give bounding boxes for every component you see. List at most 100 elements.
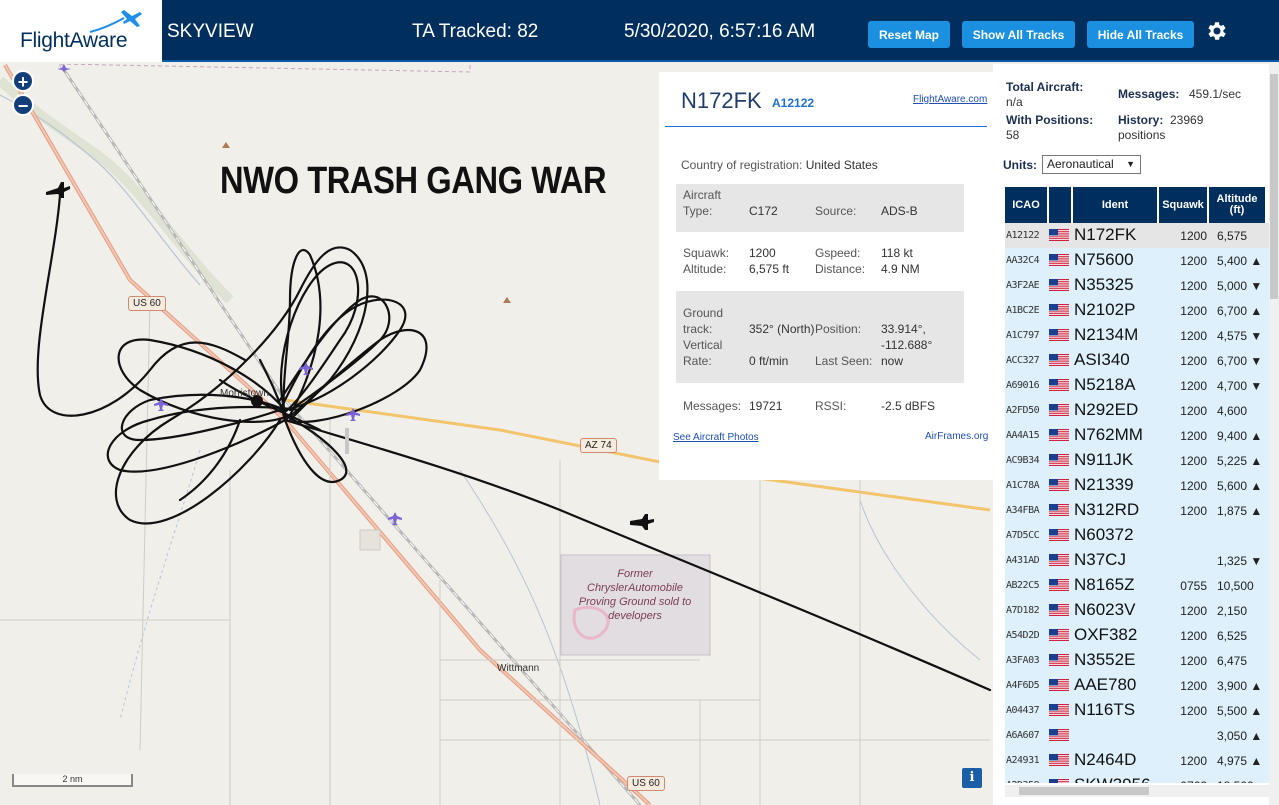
table-row[interactable]: A2D359 SKW3956 0762 18,500 ▲ [1005, 773, 1269, 783]
ident-cell: AAE780 [1074, 675, 1137, 694]
altitude-cell: 6,700 ▼ [1217, 354, 1263, 368]
squawk-cell: 1200 [1180, 654, 1207, 668]
table-row[interactable]: A12122 N172FK 1200 6,575 [1005, 223, 1269, 248]
table-row[interactable]: A2FD50 N292ED 1200 4,600 [1005, 398, 1269, 423]
table-row[interactable]: AA32C4 N75600 1200 5,400 ▲ [1005, 248, 1269, 273]
table-row[interactable]: A3F2AE N35325 1200 5,000 ▼ [1005, 273, 1269, 298]
vertical-scrollbar-thumb[interactable] [1270, 74, 1278, 299]
us-flag-icon [1049, 454, 1069, 466]
us-flag-icon [1049, 679, 1069, 691]
gspeed-label: Gspeed: [815, 246, 861, 260]
gspeed-value: 118 kt [881, 246, 913, 260]
squawk-cell: 1200 [1180, 379, 1207, 393]
us-flag-icon [1049, 379, 1069, 391]
table-row[interactable]: AB22C5 N8165Z 0755 10,500 [1005, 573, 1269, 598]
reset-map-button[interactable]: Reset Map [868, 21, 950, 48]
ident-cell: N35325 [1074, 275, 1134, 294]
icao-cell: A12122 [1006, 230, 1040, 241]
us-flag-icon [1049, 229, 1069, 241]
zoom-in-button[interactable]: + [12, 70, 34, 92]
squawk-cell: 1200 [1180, 254, 1207, 268]
popup-speed-block: Squawk: 1200 Gspeed: 118 kt Altitude: 6,… [676, 242, 964, 282]
table-row[interactable]: ACC327 ASI340 1200 6,700 ▼ [1005, 348, 1269, 373]
us-flag-icon [1049, 554, 1069, 566]
ident-cell: N2134M [1074, 325, 1139, 344]
icao-cell: A7D5CC [1006, 530, 1040, 541]
us-flag-icon [1049, 779, 1069, 783]
squawk-cell: 1200 [1180, 404, 1207, 418]
column-ident[interactable]: Ident [1073, 187, 1157, 223]
ident-cell: N172FK [1074, 225, 1137, 244]
column-altitude[interactable]: Altitude (ft) [1209, 187, 1265, 223]
tracked-count: TA Tracked: 82 [412, 21, 539, 42]
flightaware-logo[interactable]: FlightAware [0, 0, 162, 62]
history-value: 23969 positions [1118, 113, 1204, 142]
road-label-us60-south: US 60 [627, 776, 665, 791]
road-label-az74: AZ 74 [580, 438, 617, 453]
popup-position-block: Ground track: 352° (North) Position: 33.… [676, 291, 964, 383]
column-flag[interactable] [1049, 187, 1071, 223]
country-label: Country of registration: [681, 158, 803, 172]
table-row[interactable]: A34FBA N312RD 1200 1,875 ▲ [1005, 498, 1269, 523]
squawk-cell: 1200 [1180, 354, 1207, 368]
table-row[interactable]: AC9B34 N911JK 1200 5,225 ▲ [1005, 448, 1269, 473]
map-scale-bar: 2 nm [12, 774, 133, 787]
airframes-link[interactable]: AirFrames.org [925, 431, 988, 442]
table-row[interactable]: A69016 N5218A 1200 4,700 ▼ [1005, 373, 1269, 398]
gear-icon[interactable] [1204, 19, 1228, 43]
table-row[interactable]: A54D2D OXF382 1200 6,525 [1005, 623, 1269, 648]
column-squawk[interactable]: Squawk [1159, 187, 1207, 223]
ident-cell: N5218A [1074, 375, 1136, 394]
rssi-label: RSSI: [815, 399, 847, 413]
squawk-value: 1200 [749, 246, 776, 260]
altitude-value: 6,575 ft [749, 262, 790, 276]
table-row[interactable]: A04437 N116TS 1200 5,500 ▲ [1005, 698, 1269, 723]
table-row[interactable]: A1C78A N21339 1200 5,600 ▲ [1005, 473, 1269, 498]
table-row[interactable]: A24931 N2464D 1200 4,975 ▲ [1005, 748, 1269, 773]
see-aircraft-photos-link[interactable]: See Aircraft Photos [673, 432, 759, 443]
ident-cell: N292ED [1074, 400, 1139, 419]
flightaware-link[interactable]: FlightAware.com [913, 94, 987, 105]
column-icao[interactable]: ICAO [1005, 187, 1047, 223]
horizontal-scrollbar-thumb[interactable] [1019, 787, 1149, 795]
horizontal-scrollbar[interactable] [1005, 785, 1269, 797]
aircraft-type-value: C172 [749, 204, 778, 218]
us-flag-icon [1049, 629, 1069, 641]
table-row[interactable]: A1BC2E N2102P 1200 6,700 ▲ [1005, 298, 1269, 323]
us-flag-icon [1049, 354, 1069, 366]
altitude-cell: 3,050 ▲ [1217, 729, 1263, 743]
show-all-tracks-button[interactable]: Show All Tracks [962, 21, 1075, 48]
icao-cell: A431AD [1006, 555, 1040, 566]
table-row[interactable]: A7D5CC N60372 [1005, 523, 1269, 548]
ident-cell: N2102P [1074, 300, 1136, 319]
table-row[interactable]: A431AD N37CJ 1,325 ▼ [1005, 548, 1269, 573]
table-row[interactable]: A7D182 N6023V 1200 2,150 [1005, 598, 1269, 623]
units-select[interactable]: Aeronautical ▼ [1042, 155, 1141, 174]
table-row[interactable]: AA4A15 N762MM 1200 9,400 ▲ [1005, 423, 1269, 448]
icao-cell: A04437 [1006, 705, 1040, 716]
altitude-label: Altitude: [683, 262, 727, 276]
zoom-out-button[interactable]: − [12, 94, 34, 116]
vertical-scrollbar[interactable] [1269, 64, 1279, 805]
info-button[interactable]: i [962, 768, 982, 788]
place-wittmann: Wittmann [497, 663, 540, 674]
table-row[interactable]: A6A607 3,050 ▲ [1005, 723, 1269, 748]
aircraft-info-popup: N172FK A12122 FlightAware.com Country of… [659, 72, 993, 480]
ident-cell: N6023V [1074, 600, 1136, 619]
squawk-cell: 1200 [1180, 479, 1207, 493]
aircraft-table-header: ICAO Ident Squawk Altitude (ft) [1005, 187, 1269, 223]
place-morristown: Morristown [220, 388, 269, 399]
table-row[interactable]: A1C797 N2134M 1200 4,575 ▼ [1005, 323, 1269, 348]
squawk-cell: 0762 [1165, 779, 1207, 783]
table-row[interactable]: A3FA03 N3552E 1200 6,475 [1005, 648, 1269, 673]
us-flag-icon [1049, 329, 1069, 341]
altitude-cell: 5,600 ▲ [1217, 479, 1263, 493]
ident-cell: N8165Z [1074, 575, 1135, 594]
altitude-cell: 3,900 ▲ [1217, 679, 1263, 693]
altitude-cell: 4,975 ▲ [1217, 754, 1263, 768]
map-overlay-text: NWO TRASH GANG WAR [220, 160, 607, 202]
table-row[interactable]: A4F6D5 AAE780 1200 3,900 ▲ [1005, 673, 1269, 698]
ground-track-label: Ground track: [683, 306, 724, 336]
altitude-cell: 6,700 ▲ [1217, 304, 1263, 318]
hide-all-tracks-button[interactable]: Hide All Tracks [1087, 21, 1194, 48]
